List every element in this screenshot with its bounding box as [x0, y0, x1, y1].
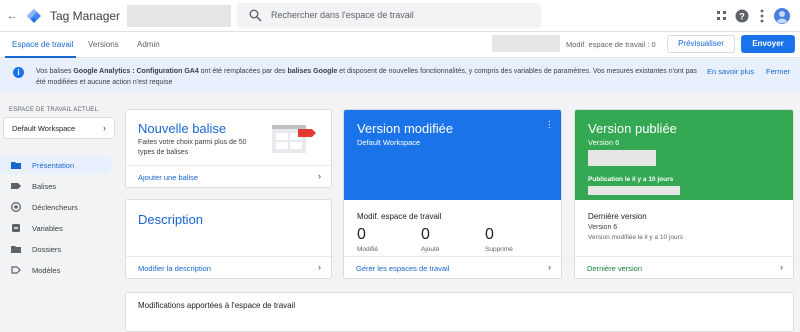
stat-added: 0 Ajouté	[421, 226, 440, 253]
chevron-right-icon: ›	[318, 262, 321, 272]
template-icon	[11, 266, 21, 274]
sidebar-item-templates[interactable]: Modèles	[0, 261, 112, 279]
new-tag-card: Nouvelle balise Faites votre choix parmi…	[125, 109, 332, 188]
tab-admin[interactable]: Admin	[137, 40, 160, 49]
latest-version-title: Dernière version	[588, 212, 647, 221]
latest-version-name: Version 6	[588, 224, 618, 231]
new-tag-description: Faites votre choix parmi plus de 50 type…	[138, 139, 247, 156]
description-title: Description	[138, 212, 204, 227]
info-banner: i Vos balises Google Analytics : Configu…	[0, 59, 800, 92]
sidebar-item-label: Modèles	[32, 266, 61, 275]
new-tag-title[interactable]: Nouvelle balise	[138, 121, 226, 136]
latest-version-link[interactable]: Dernière version ›	[575, 256, 793, 278]
redacted-box	[588, 186, 680, 195]
published-version-number: Version 6	[588, 138, 620, 147]
sidebar: ESPACE DE TRAVAIL ACTUEL Default Workspa…	[0, 92, 118, 319]
chevron-right-icon: ›	[318, 171, 321, 181]
modified-version-title: Version modifiée	[357, 121, 454, 136]
search-placeholder: Rechercher dans l'espace de travail	[271, 10, 414, 20]
preview-button[interactable]: Prévisualiser	[667, 35, 735, 53]
sidebar-item-label: Variables	[32, 224, 63, 233]
workspace-label: ESPACE DE TRAVAIL ACTUEL	[9, 107, 99, 113]
top-icons: ?	[712, 6, 792, 26]
sidebar-item-folders[interactable]: Dossiers	[0, 240, 112, 258]
back-arrow-icon[interactable]: ←	[4, 8, 20, 24]
folder-icon	[11, 246, 21, 253]
edit-description-label: Modifier la description	[138, 264, 211, 273]
workspace-changes-count: Modif. espace de travail : 0	[566, 40, 656, 49]
published-date: Publication le il y a 10 jours	[588, 176, 674, 183]
edit-description-link[interactable]: Modifier la description ›	[126, 256, 331, 278]
svg-text:?: ?	[739, 12, 745, 22]
chevron-right-icon: ›	[103, 123, 106, 133]
variables-icon	[12, 224, 20, 232]
sidebar-item-variables[interactable]: Variables	[0, 219, 112, 237]
top-bar: ← Tag Manager Rechercher dans l'espace d…	[0, 0, 800, 32]
description-card: Description Modifier la description ›	[125, 199, 332, 279]
workspace-changes-card: Modifications apportées à l'espace de tr…	[125, 292, 794, 332]
sidebar-item-label: Déclencheurs	[32, 203, 78, 212]
workspace-changes-title: Modif. espace de travail	[357, 212, 442, 221]
app-title: Tag Manager	[50, 9, 121, 23]
manage-workspaces-label: Gérer les espaces de travail	[356, 264, 450, 273]
search-input[interactable]: Rechercher dans l'espace de travail	[237, 3, 541, 28]
tag-manager-logo-icon	[27, 9, 41, 23]
folder-icon	[11, 162, 21, 169]
sidebar-item-label: Dossiers	[32, 245, 62, 254]
stat-deleted: 0 Supprimé	[485, 226, 513, 253]
stat-modified: 0 Modifié	[357, 226, 378, 253]
learn-more-link[interactable]: En savoir plus	[707, 67, 754, 76]
workspace-name: Default Workspace	[12, 124, 76, 133]
sidebar-item-tags[interactable]: Balises	[0, 177, 112, 195]
add-tag-label: Ajouter une balise	[138, 173, 199, 182]
dismiss-banner-link[interactable]: Fermer	[766, 67, 790, 76]
manage-workspaces-link[interactable]: Gérer les espaces de travail ›	[344, 256, 561, 278]
banner-message: Vos balises Google Analytics : Configura…	[36, 68, 697, 86]
tab-versions[interactable]: Versions	[88, 40, 119, 49]
info-icon: i	[13, 67, 24, 78]
chevron-right-icon: ›	[548, 262, 551, 272]
latest-version-modified: Version modifiée le il y a 10 jours	[588, 234, 684, 241]
published-version-card: Version publiée Version 6 Publication le…	[574, 109, 794, 279]
redacted-box	[492, 35, 560, 52]
active-tab-indicator	[5, 56, 76, 58]
sidebar-item-label: Balises	[32, 182, 57, 191]
apps-grid-icon[interactable]	[712, 6, 732, 26]
latest-version-link-label: Dernière version	[587, 264, 643, 273]
more-vert-icon[interactable]: · · ·	[548, 117, 551, 133]
more-vert-icon[interactable]	[752, 6, 772, 26]
published-version-title: Version publiée	[588, 121, 677, 136]
redacted-box	[588, 150, 656, 166]
modified-version-header: Version modifiée Default Workspace · · ·	[344, 110, 561, 200]
sub-toolbar: Espace de travail Versions Admin Modif. …	[0, 32, 800, 58]
submit-button[interactable]: Envoyer	[741, 35, 795, 53]
workspace-changes-card-title: Modifications apportées à l'espace de tr…	[138, 301, 296, 310]
new-tag-illustration-icon	[272, 125, 316, 153]
avatar[interactable]	[772, 6, 792, 26]
search-icon	[249, 9, 262, 22]
help-icon[interactable]: ?	[732, 6, 752, 26]
sidebar-item-overview[interactable]: Présentation	[0, 156, 112, 174]
tab-workspace[interactable]: Espace de travail	[12, 40, 73, 49]
account-selector[interactable]	[127, 5, 231, 27]
add-tag-link[interactable]: Ajouter une balise ›	[126, 165, 331, 187]
modified-version-card: Version modifiée Default Workspace · · · M…	[343, 109, 562, 279]
workspace-selector[interactable]: Default Workspace ›	[3, 117, 115, 139]
chevron-right-icon: ›	[780, 262, 783, 272]
modified-version-workspace: Default Workspace	[357, 138, 421, 147]
sidebar-item-label: Présentation	[32, 161, 75, 170]
published-version-header: Version publiée Version 6 Publication le…	[575, 110, 793, 200]
trigger-icon	[11, 202, 21, 212]
sidebar-item-triggers[interactable]: Déclencheurs	[0, 198, 112, 216]
tag-icon	[11, 183, 21, 189]
